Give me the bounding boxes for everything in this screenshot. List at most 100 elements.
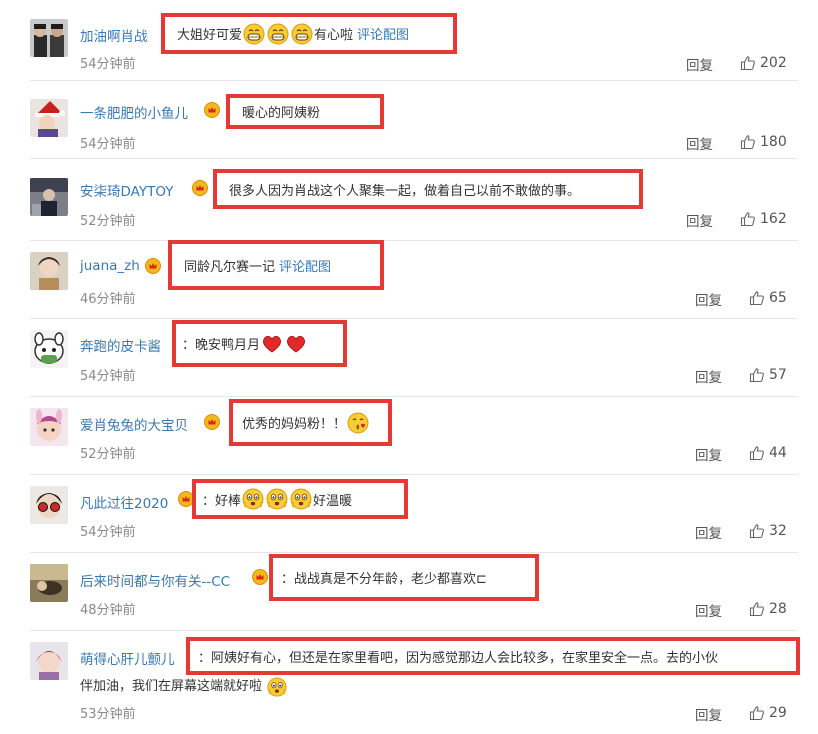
vip-crown-icon	[204, 102, 220, 118]
thumbs-up-icon	[749, 601, 765, 617]
comment-item: 凡此过往2020 ：好棒 好温暖 54分钟前 回复 32	[30, 474, 798, 553]
like-button[interactable]: 202	[740, 55, 787, 71]
comment-item: 加油啊肖战 大姐好可爱 有心啦 评论配图 54分钟前 回复 202	[30, 12, 798, 81]
username[interactable]: 爱肖兔兔的大宝贝	[80, 414, 188, 434]
avatar[interactable]	[30, 330, 68, 368]
timestamp: 54分钟前	[80, 525, 136, 540]
username[interactable]: 奔跑的皮卡酱	[80, 335, 161, 355]
comment-text-main: 优秀的妈妈粉！！	[242, 417, 347, 432]
comment-text: 大姐好可爱 有心啦 评论配图	[161, 13, 457, 54]
comment-text: 同龄凡尔赛一记 评论配图	[168, 240, 384, 290]
grin-emoji	[291, 23, 313, 45]
timestamp: 54分钟前	[80, 369, 136, 384]
like-count: 44	[769, 445, 787, 461]
vip-crown-icon	[145, 258, 161, 274]
comment-image-link[interactable]: 评论配图	[279, 256, 331, 275]
thumbs-up-icon	[749, 445, 765, 461]
timestamp: 53分钟前	[80, 707, 136, 722]
comment-text-main: 暖心的阿姨粉	[242, 106, 321, 121]
thumbs-up-icon	[740, 211, 756, 227]
kiss-emoji	[347, 412, 369, 434]
avatar[interactable]	[30, 564, 68, 602]
comment-text: ：战战真是不分年龄，老少都喜欢⊏	[269, 554, 539, 601]
thumbs-up-icon	[749, 367, 765, 383]
moved-emoji	[266, 488, 288, 510]
avatar[interactable]	[30, 19, 68, 57]
moved-emoji	[290, 488, 312, 510]
comment-text: 优秀的妈妈粉！！	[229, 399, 392, 446]
thumbs-up-icon	[740, 134, 756, 150]
like-count: 57	[769, 367, 787, 383]
moved-emoji	[267, 677, 287, 697]
vip-crown-icon	[204, 414, 220, 430]
username[interactable]: juana_zh	[80, 258, 140, 274]
comment-text: ：好棒 好温暖	[192, 479, 408, 519]
avatar[interactable]	[30, 252, 68, 290]
timestamp: 48分钟前	[80, 603, 136, 618]
avatar[interactable]	[30, 178, 68, 216]
reply-button[interactable]: 回复	[695, 366, 722, 386]
avatar[interactable]	[30, 99, 68, 137]
like-button[interactable]: 65	[749, 290, 787, 306]
like-button[interactable]: 29	[749, 705, 787, 721]
timestamp: 54分钟前	[80, 57, 136, 72]
timestamp: 52分钟前	[80, 447, 136, 462]
comment-text-main: ：晚安鸭月月	[182, 338, 261, 353]
avatar[interactable]	[30, 408, 68, 446]
reply-button[interactable]: 回复	[695, 600, 722, 620]
like-count: 32	[769, 523, 787, 539]
comment-text: ：晚安鸭月月	[172, 320, 347, 367]
like-count: 202	[760, 55, 787, 71]
comment-item: 一条肥肥的小鱼儿 暖心的阿姨粉 54分钟前 回复 180	[30, 80, 798, 159]
avatar[interactable]	[30, 642, 68, 680]
thumbs-up-icon	[749, 705, 765, 721]
comment-item: juana_zh 同龄凡尔赛一记 评论配图 46分钟前 回复 65	[30, 240, 798, 319]
heart-emoji	[285, 333, 307, 355]
reply-button[interactable]: 回复	[686, 133, 713, 153]
timestamp: 52分钟前	[80, 214, 136, 229]
reply-button[interactable]: 回复	[695, 289, 722, 309]
comment-item: 萌得心肝儿颤儿 ：阿姨好有心，但还是在家里看吧，因为感觉那边人会比较多，在家里安…	[30, 630, 800, 734]
like-count: 29	[769, 705, 787, 721]
like-button[interactable]: 57	[749, 367, 787, 383]
username[interactable]: 安柒琦DAYTOY	[80, 180, 173, 200]
username[interactable]: 加油啊肖战	[80, 25, 148, 45]
comment-text: 很多人因为肖战这个人聚集一起，做着自己以前不敢做的事。	[213, 169, 643, 209]
comment-text-main: 同龄凡尔赛一记	[184, 259, 276, 275]
reply-button[interactable]: 回复	[686, 54, 713, 74]
username[interactable]: 一条肥肥的小鱼儿	[80, 102, 188, 122]
comment-text: ：阿姨好有心，但还是在家里看吧，因为感觉那边人会比较多，在家里安全一点。去的小伙	[186, 637, 800, 675]
comment-text-main: 很多人因为肖战这个人聚集一起，做着自己以前不敢做的事。	[229, 183, 581, 199]
thumbs-up-icon	[749, 290, 765, 306]
reply-button[interactable]: 回复	[686, 210, 713, 230]
comment-text-line2: 伴加油，我们在屏幕这端就好啦	[80, 679, 263, 694]
reply-button[interactable]: 回复	[695, 444, 722, 464]
avatar[interactable]	[30, 486, 68, 524]
comment-image-link[interactable]: 评论配图	[357, 24, 409, 43]
like-button[interactable]: 44	[749, 445, 787, 461]
like-count: 65	[769, 290, 787, 306]
username[interactable]: 凡此过往2020	[80, 492, 168, 512]
comment-text-after: 好温暖	[313, 493, 353, 509]
reply-button[interactable]: 回复	[695, 522, 722, 542]
comment-text-main: ：好棒	[202, 493, 242, 509]
comment-text-main: ：战战真是不分年龄，老少都喜欢⊏	[281, 572, 487, 587]
comment-item: 奔跑的皮卡酱 ：晚安鸭月月 54分钟前 回复 57	[30, 318, 798, 397]
grin-emoji	[267, 23, 289, 45]
thumbs-up-icon	[740, 55, 756, 71]
username[interactable]: 萌得心肝儿颤儿	[80, 648, 175, 668]
comment-item: 后来时间都与你有关--CC ：战战真是不分年龄，老少都喜欢⊏ 48分钟前 回复 …	[30, 552, 798, 631]
comment-text: 暖心的阿姨粉	[226, 94, 384, 129]
comment-text-after: 有心啦	[314, 28, 354, 43]
timestamp: 54分钟前	[80, 137, 136, 152]
like-button[interactable]: 162	[740, 211, 787, 227]
like-button[interactable]: 28	[749, 601, 787, 617]
like-button[interactable]: 180	[740, 134, 787, 150]
username[interactable]: 后来时间都与你有关--CC	[80, 570, 230, 590]
like-button[interactable]: 32	[749, 523, 787, 539]
like-count: 180	[760, 134, 787, 150]
reply-button[interactable]: 回复	[695, 704, 722, 724]
thumbs-up-icon	[749, 523, 765, 539]
vip-crown-icon	[192, 180, 208, 196]
like-count: 162	[760, 211, 787, 227]
